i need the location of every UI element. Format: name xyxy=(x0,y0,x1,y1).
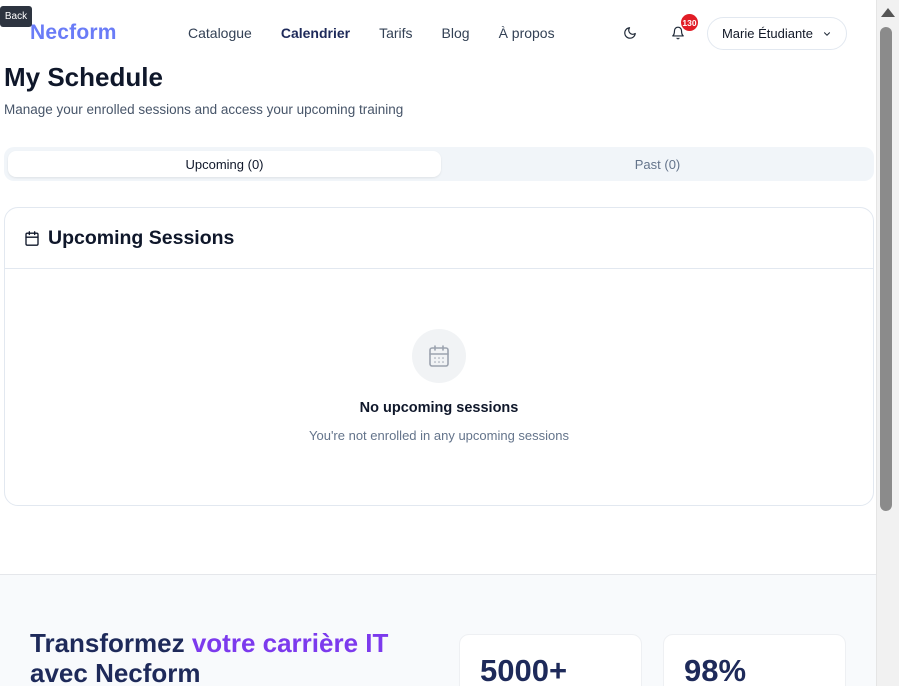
stat-value: 5000+ xyxy=(480,653,568,686)
promo-title-accent: votre carrière IT xyxy=(191,628,389,658)
nav-item-a-propos[interactable]: À propos xyxy=(499,25,555,41)
chevron-down-icon xyxy=(824,31,831,36)
card-header: Upcoming Sessions xyxy=(5,208,873,269)
promo-title-part1: Transformez xyxy=(30,628,192,658)
user-menu-button[interactable]: Marie Étudiante xyxy=(707,17,847,50)
moon-icon xyxy=(624,27,636,39)
stat-card: 5000+ xyxy=(459,634,642,686)
empty-state-icon-circle xyxy=(412,329,466,383)
vertical-scrollbar[interactable] xyxy=(876,0,899,686)
site-logo[interactable]: Necform xyxy=(30,21,117,45)
scroll-up-arrow-icon[interactable] xyxy=(881,8,895,17)
nav-item-catalogue[interactable]: Catalogue xyxy=(188,25,252,41)
user-name: Marie Étudiante xyxy=(721,26,814,41)
nav-item-tarifs[interactable]: Tarifs xyxy=(379,25,412,41)
calendar-icon xyxy=(25,231,39,246)
stat-card: 98% xyxy=(663,634,846,686)
page-title: My Schedule xyxy=(4,62,163,92)
empty-state-title: No upcoming sessions xyxy=(359,400,519,416)
promo-title-part2: avec Necform xyxy=(30,658,201,686)
page-viewport: Back Necform Catalogue Calendrier Tarifs… xyxy=(0,0,876,686)
nav-item-blog[interactable]: Blog xyxy=(442,25,470,41)
nav-item-calendrier[interactable]: Calendrier xyxy=(281,25,350,41)
back-button[interactable]: Back xyxy=(0,6,32,27)
schedule-tabs: Upcoming (0) Past (0) xyxy=(4,147,874,181)
dark-mode-toggle[interactable] xyxy=(620,23,640,43)
upcoming-sessions-card: Upcoming Sessions No upcoming sessions Y… xyxy=(4,207,874,506)
card-title: Upcoming Sessions xyxy=(48,227,235,249)
page-subtitle: Manage your enrolled sessions and access… xyxy=(4,102,404,117)
calendar-icon xyxy=(429,345,449,367)
stat-value: 98% xyxy=(684,653,747,686)
scrollbar-thumb[interactable] xyxy=(880,27,892,511)
notification-count-badge: 130 xyxy=(681,14,698,31)
empty-state-description: You're not enrolled in any upcoming sess… xyxy=(309,428,569,443)
promo-title: Transformez votre carrière IT avec Necfo… xyxy=(30,628,450,686)
tab-past[interactable]: Past (0) xyxy=(441,151,874,177)
main-nav: Catalogue Calendrier Tarifs Blog À propo… xyxy=(188,25,584,41)
tab-upcoming[interactable]: Upcoming (0) xyxy=(8,151,441,177)
promo-section: Transformez votre carrière IT avec Necfo… xyxy=(0,574,876,686)
